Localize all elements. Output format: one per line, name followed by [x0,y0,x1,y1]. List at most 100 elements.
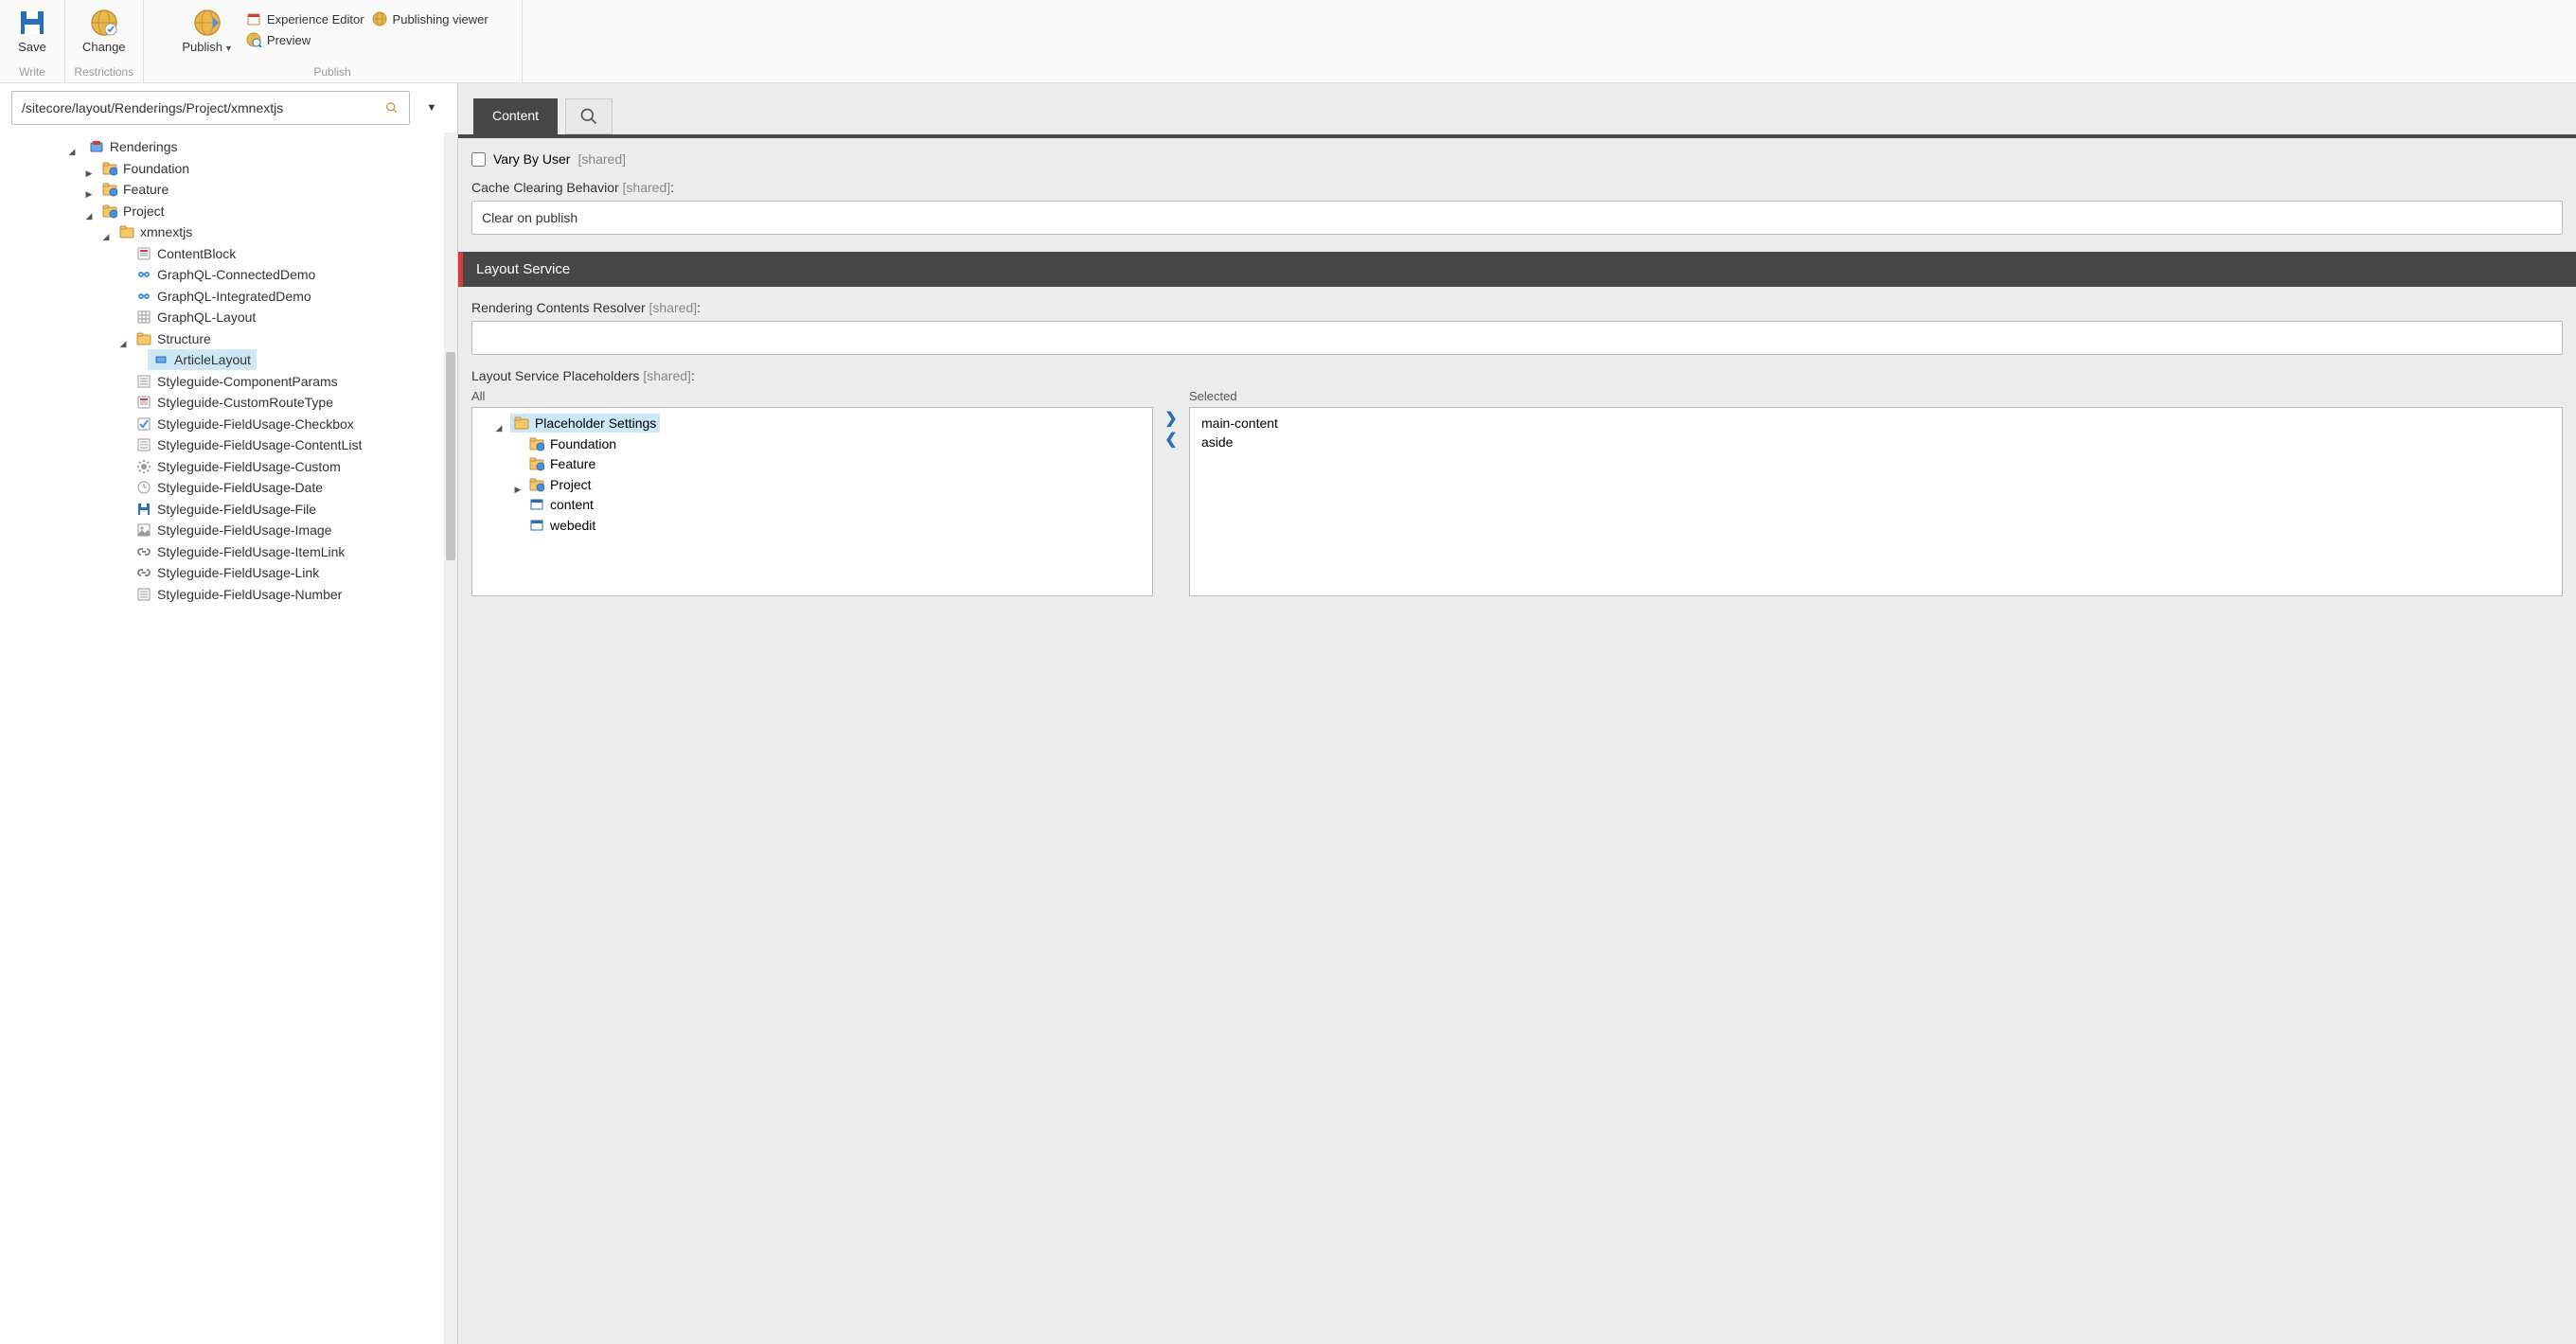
window-icon [529,518,544,533]
publishing-viewer-label: Publishing viewer [393,12,489,27]
tree-scrollbar[interactable] [444,133,457,1344]
add-right-button[interactable]: ❯ [1163,410,1180,427]
tree-item[interactable]: GraphQL-IntegratedDemo [131,286,317,307]
list-icon [136,587,151,602]
image-icon [136,522,151,538]
globe-view-icon [372,11,387,27]
expander[interactable]: ▶ [512,484,524,495]
experience-editor-button[interactable]: Experience Editor [242,9,368,28]
folder-blue-icon [102,203,117,219]
tree-item[interactable]: Styleguide-FieldUsage-Link [131,562,325,583]
remove-left-button[interactable]: ❮ [1163,431,1180,448]
treelist-all-box: ◢ Placeholder Settings ▶Foundation ▶Feat… [471,407,1153,596]
link-icon [136,289,151,304]
expander[interactable]: ◢ [100,232,112,243]
tree-item[interactable]: Styleguide-FieldUsage-File [131,499,322,520]
ribbon-group-label-restrictions: Restrictions [65,63,143,82]
tree-node-foundation[interactable]: Foundation [97,158,195,179]
publishing-viewer-button[interactable]: Publishing viewer [368,9,492,28]
folder-icon [514,416,529,431]
tab-content[interactable]: Content [473,98,558,134]
publish-button[interactable]: Publish▼ [172,4,242,63]
globe-change-icon [89,8,119,38]
tree-node-xmnextjs[interactable]: xmnextjs [114,221,198,242]
section-layout-service[interactable]: Layout Service [458,252,2576,287]
expander[interactable]: ◢ [117,338,129,349]
selected-item[interactable]: aside [1194,433,2558,451]
shared-hint: [shared] [577,151,626,167]
change-label: Change [82,40,126,54]
expander[interactable]: ◢ [493,423,505,434]
ribbon-group-publish: Publish▼ Experience Editor Preview [144,0,523,82]
save-button[interactable]: Save [8,4,57,63]
search-icon[interactable] [384,100,400,115]
vary-by-user-field[interactable]: Vary By User [shared] [471,151,2563,167]
tl-node[interactable]: Feature [525,454,599,473]
ribbon: Save Write Change Restrictions Publish▼ [0,0,2576,83]
tree-item[interactable]: Styleguide-FieldUsage-Date [131,477,329,498]
tl-node[interactable]: Project [525,475,595,494]
folder-icon [136,331,151,346]
tl-node-placeholder-settings[interactable]: Placeholder Settings [510,414,660,433]
save-icon [136,502,151,517]
selected-item[interactable]: main-content [1194,414,2558,433]
calendar-icon [246,11,261,27]
placeholders-treelist: All ◢ Placeholder Settings ▶Foundation ▶… [471,389,2563,596]
tree-node-structure[interactable]: Structure [131,328,217,349]
preview-label: Preview [267,33,311,47]
tree-item[interactable]: Styleguide-FieldUsage-Custom [131,456,346,477]
ribbon-group-restrictions: Change Restrictions [65,0,144,82]
change-button[interactable]: Change [73,4,135,63]
tree-item-articlelayout[interactable]: ArticleLayout [148,349,257,370]
grid-icon [136,309,151,325]
treelist-arrows: ❯ ❮ [1163,389,1180,596]
content-icon [136,395,151,410]
publish-options2: Publishing viewer [368,4,492,63]
tree-item[interactable]: GraphQL-ConnectedDemo [131,264,321,285]
list-icon [136,437,151,452]
tree-item[interactable]: Styleguide-CustomRouteType [131,392,339,413]
tree-item[interactable]: Styleguide-FieldUsage-Checkbox [131,414,360,434]
tree-item[interactable]: Styleguide-ComponentParams [131,371,344,392]
search-dropdown[interactable]: ▼ [417,91,446,125]
rect-icon [153,352,169,367]
tree-node-renderings[interactable]: Renderings [83,136,184,157]
tree-item[interactable]: Styleguide-FieldUsage-Image [131,520,337,540]
ribbon-group-label-write: Write [0,63,64,82]
tl-node[interactable]: webedit [525,516,599,535]
expander[interactable]: ▶ [83,168,95,179]
tree-item[interactable]: GraphQL-Layout [131,307,261,327]
tree-item[interactable]: Styleguide-FieldUsage-ItemLink [131,541,350,562]
content-tree: ◢ Renderings ▶Foundation ▶Feature ◢Proje… [0,133,457,1344]
publish-label: Publish▼ [182,40,233,54]
clock-icon [136,480,151,495]
rendering-resolver-input[interactable] [471,321,2563,355]
tl-node[interactable]: Foundation [525,434,620,453]
ribbon-group-write: Save Write [0,0,65,82]
tree-item[interactable]: ContentBlock [131,243,241,264]
folder-blue-icon [102,182,117,197]
preview-icon [246,32,261,47]
folder-blue-icon [102,161,117,176]
tree-node-feature[interactable]: Feature [97,179,174,200]
tree-item[interactable]: Styleguide-FieldUsage-Number [131,584,347,605]
gear-icon [136,459,151,474]
right-pane: Content Vary By User [shared] Cache Clea… [458,83,2576,1344]
tree-node-project[interactable]: Project [97,201,170,221]
preview-button[interactable]: Preview [242,30,314,49]
expander[interactable]: ◢ [66,147,78,158]
window-icon [529,497,544,512]
tab-search[interactable] [565,98,613,134]
tl-node[interactable]: content [525,495,597,514]
content-icon [136,246,151,261]
vary-by-user-checkbox[interactable] [471,152,486,167]
search-input[interactable] [22,100,384,115]
left-pane: ▼ ◢ Renderings ▶Foundation ▶Feature [0,83,458,1344]
tree-item[interactable]: Styleguide-FieldUsage-ContentList [131,434,367,455]
list-icon [136,374,151,389]
scrollbar-thumb[interactable] [446,352,455,560]
expander[interactable]: ▶ [83,189,95,201]
cache-clearing-input[interactable] [471,201,2563,235]
search-bar: ▼ [0,83,457,133]
expander[interactable]: ◢ [83,210,95,221]
